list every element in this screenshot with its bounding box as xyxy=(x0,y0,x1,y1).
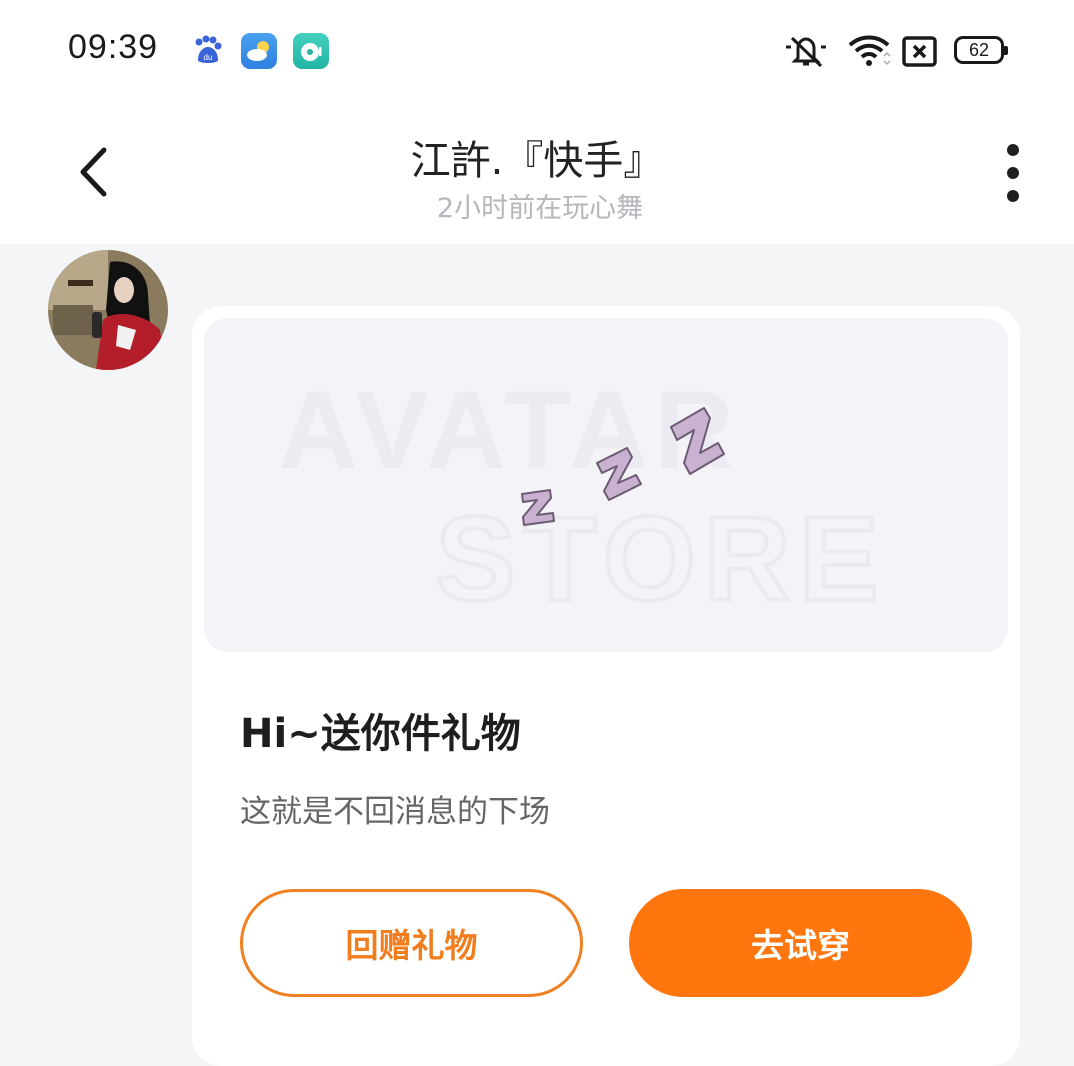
music-icon xyxy=(293,33,329,69)
more-dot-icon xyxy=(1007,144,1019,156)
baidu-icon: du xyxy=(190,33,226,69)
status-time: 09:39 xyxy=(68,28,159,66)
more-dot-icon xyxy=(1007,167,1019,179)
no-sim-icon xyxy=(902,34,938,72)
page-title: 江許.『快手』 xyxy=(410,138,664,184)
card-title: Hi~送你件礼物 xyxy=(240,711,521,757)
gift-message-card[interactable]: AVATAR STORE Hi~送你件礼物 这就是不回消息的下场 回赠礼物 去试… xyxy=(192,306,1020,1066)
return-gift-button[interactable]: 回赠礼物 xyxy=(240,889,583,997)
wifi-icon xyxy=(848,34,892,72)
card-description: 这就是不回消息的下场 xyxy=(240,794,550,830)
sleeping-zzz-illustration: AVATAR STORE xyxy=(278,369,886,628)
svg-text:du: du xyxy=(204,53,213,62)
more-dot-icon xyxy=(1007,190,1019,202)
banner-watermark-bottom: STORE xyxy=(435,492,886,626)
banner-watermark-top: AVATAR xyxy=(278,369,740,492)
chat-header: 江許.『快手』 2小时前在玩心舞 xyxy=(0,100,1074,244)
try-on-button[interactable]: 去试穿 xyxy=(629,889,972,997)
battery-icon: 62 xyxy=(954,36,1008,64)
avatar[interactable] xyxy=(48,250,168,370)
status-bar: 09:39 du 62 xyxy=(0,0,1074,100)
online-status: 2小时前在玩心舞 xyxy=(436,193,644,224)
more-options-button[interactable] xyxy=(1000,144,1028,202)
avatar-store-banner: AVATAR STORE xyxy=(204,318,1008,652)
mute-icon xyxy=(784,34,828,72)
weather-icon xyxy=(241,33,277,69)
